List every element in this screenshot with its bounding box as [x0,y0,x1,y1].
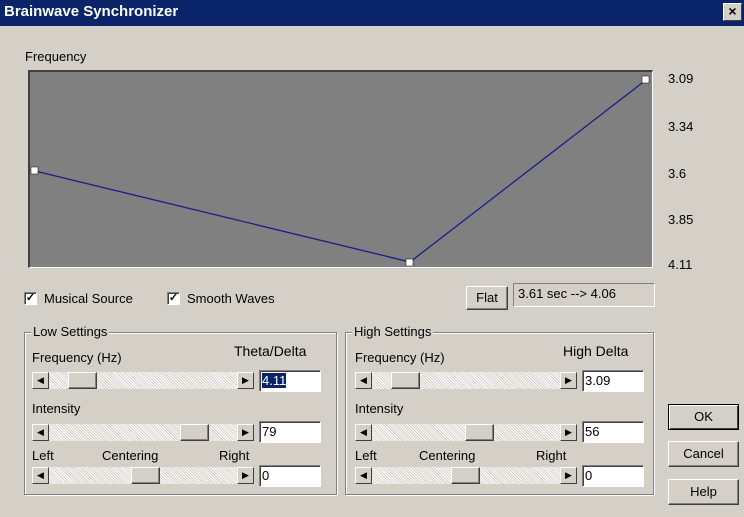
scroll-left-arrow-icon[interactable]: ◀ [355,372,372,389]
high-centering-scrollbar[interactable]: ◀ ▶ [355,467,577,484]
ok-button[interactable]: OK [668,404,739,430]
graph-point-end [641,75,650,84]
smooth-waves-checkbox[interactable]: ✓ [167,292,180,305]
flat-button[interactable]: Flat [466,286,508,310]
low-frequency-scrollbar[interactable]: ◀ ▶ [32,372,254,389]
low-intensity-label: Intensity [32,401,81,416]
window-title: Brainwave Synchronizer [4,3,179,20]
high-settings-title: High Settings [352,324,434,339]
low-frequency-field[interactable]: 4.11 [259,370,321,392]
scroll-left-arrow-icon[interactable]: ◀ [355,467,372,484]
high-frequency-field[interactable]: 3.09 [582,370,644,392]
low-band-label: Theta/Delta [234,343,307,359]
high-left-label: Left [355,448,377,463]
timing-readout: 3.61 sec --> 4.06 [513,283,655,307]
low-centering-field[interactable]: 0 [259,465,321,487]
high-band-label: High Delta [563,343,629,359]
low-frequency-value: 4.11 [262,373,287,388]
graph-label: Frequency [25,49,87,64]
low-centering-scrollbar[interactable]: ◀ ▶ [32,467,254,484]
cancel-button[interactable]: Cancel [668,441,739,467]
graph-point-middle [405,258,414,266]
low-right-label: Right [219,448,250,463]
smooth-waves-label[interactable]: Smooth Waves [187,291,275,306]
scroll-right-arrow-icon[interactable]: ▶ [560,424,577,441]
scroll-left-arrow-icon[interactable]: ◀ [32,467,49,484]
high-frequency-label: Frequency (Hz) [355,350,445,365]
low-left-label: Left [32,448,54,463]
tick-label: 3.09 [668,71,694,86]
scroll-left-arrow-icon[interactable]: ◀ [32,424,49,441]
high-right-label: Right [536,448,567,463]
scroll-right-arrow-icon[interactable]: ▶ [560,372,577,389]
scrollbar-thumb[interactable] [131,467,160,484]
scroll-left-arrow-icon[interactable]: ◀ [355,424,372,441]
frequency-graph-canvas [30,75,650,266]
high-centering-label: Centering [419,448,476,463]
frequency-curve [34,79,647,263]
title-bar[interactable]: Brainwave Synchronizer × [0,0,744,26]
scrollbar-thumb[interactable] [68,372,97,389]
musical-source-label[interactable]: Musical Source [44,291,133,306]
low-intensity-scrollbar[interactable]: ◀ ▶ [32,424,254,441]
tick-label: 3.6 [668,166,687,181]
low-settings-title: Low Settings [31,324,110,339]
scroll-left-arrow-icon[interactable]: ◀ [32,372,49,389]
high-intensity-label: Intensity [355,401,404,416]
low-frequency-label: Frequency (Hz) [32,350,122,365]
tick-label: 4.11 [668,257,693,272]
scroll-right-arrow-icon[interactable]: ▶ [237,467,254,484]
high-frequency-scrollbar[interactable]: ◀ ▶ [355,372,577,389]
scrollbar-thumb[interactable] [391,372,420,389]
high-intensity-scrollbar[interactable]: ◀ ▶ [355,424,577,441]
dialog-window: Brainwave Synchronizer × Frequency 3.09 … [0,0,744,517]
scroll-right-arrow-icon[interactable]: ▶ [560,467,577,484]
low-centering-label: Centering [102,448,159,463]
help-button[interactable]: Help [668,479,739,505]
scrollbar-thumb[interactable] [451,467,480,484]
musical-source-checkbox[interactable]: ✓ [24,292,37,305]
low-intensity-field[interactable]: 79 [259,421,321,443]
graph-point-start [30,166,39,175]
frequency-graph[interactable] [28,70,653,268]
tick-label: 3.85 [668,212,694,227]
high-intensity-field[interactable]: 56 [582,421,644,443]
tick-label: 3.34 [668,119,694,134]
scroll-right-arrow-icon[interactable]: ▶ [237,372,254,389]
scroll-right-arrow-icon[interactable]: ▶ [237,424,254,441]
scrollbar-thumb[interactable] [465,424,494,441]
scrollbar-thumb[interactable] [180,424,209,441]
high-centering-field[interactable]: 0 [582,465,644,487]
close-button[interactable]: × [723,3,742,21]
